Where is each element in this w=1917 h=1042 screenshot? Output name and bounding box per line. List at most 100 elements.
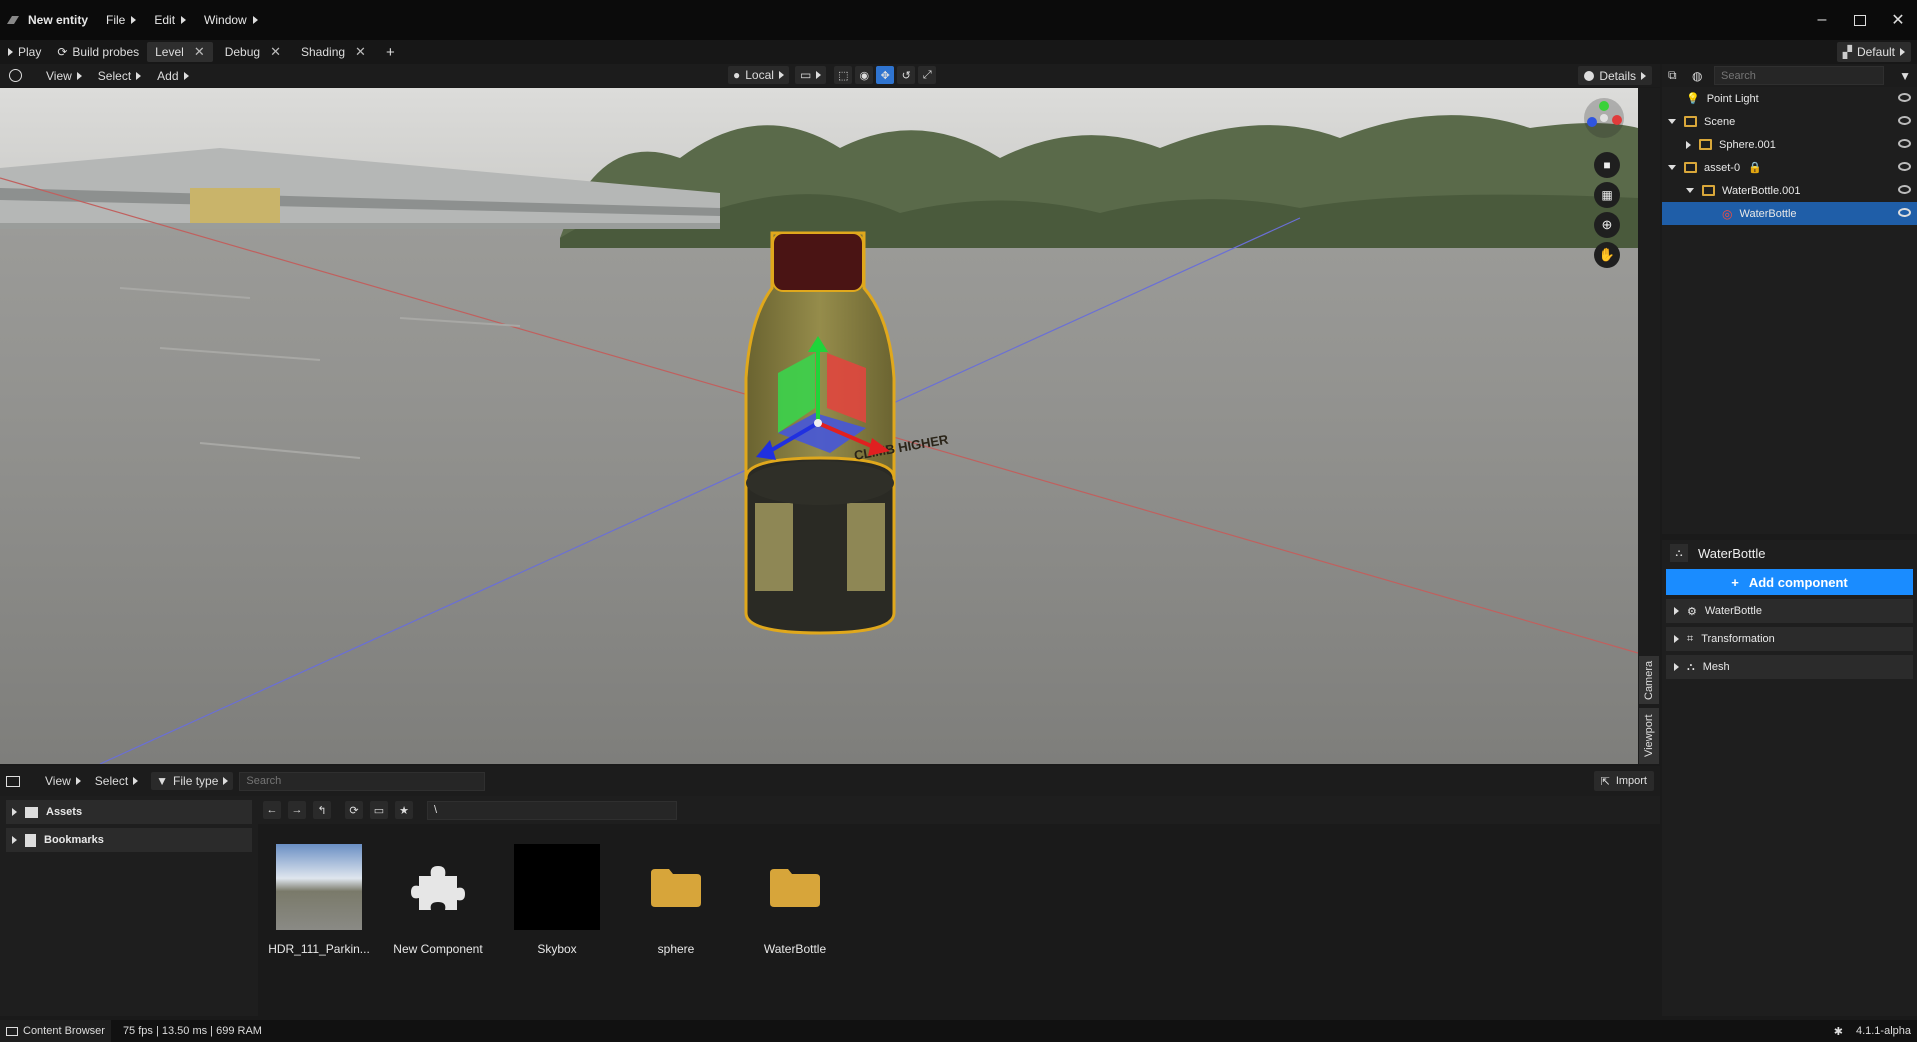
minimize-button[interactable]: –: [1803, 0, 1841, 40]
grid-icon[interactable]: ▦: [1594, 182, 1620, 208]
play-button[interactable]: Play: [0, 40, 49, 64]
viewport-menu-icon[interactable]: [4, 67, 27, 85]
section-mesh[interactable]: ⛬ Mesh: [1666, 655, 1913, 679]
close-icon[interactable]: ✕: [270, 44, 281, 60]
section-waterbottle[interactable]: ⚙ WaterBottle: [1666, 599, 1913, 623]
tab-viewport[interactable]: Viewport: [1639, 708, 1659, 764]
rotate-tool-button[interactable]: ◉: [855, 66, 874, 84]
title-bar: New entity File Edit Window – ✕: [0, 0, 1917, 40]
content-search-input[interactable]: [239, 771, 486, 791]
chevron-right-icon[interactable]: [1686, 140, 1691, 149]
cb-view-menu[interactable]: View: [40, 772, 86, 790]
tree-item-sphere[interactable]: Sphere.001: [1662, 133, 1917, 156]
new-folder-icon[interactable]: ▭: [370, 801, 388, 819]
layout-dropdown[interactable]: ▞ Default: [1836, 42, 1911, 62]
up-folder-icon[interactable]: ↰: [313, 801, 331, 819]
visibility-eye-icon[interactable]: [1898, 185, 1911, 194]
snap-dropdown[interactable]: ▭: [794, 66, 827, 84]
star-icon[interactable]: ★: [395, 801, 413, 819]
tree-item-waterbottle-001[interactable]: WaterBottle.001: [1662, 179, 1917, 202]
app-logo-icon: [7, 16, 19, 24]
menu-edit[interactable]: Edit: [145, 0, 195, 40]
select-tool-button[interactable]: ⬚: [834, 66, 853, 84]
menu-file[interactable]: File: [97, 0, 145, 40]
chevron-down-icon[interactable]: [1668, 119, 1676, 124]
tree-bookmarks[interactable]: Bookmarks: [6, 828, 252, 852]
section-transformation[interactable]: ⌗ Transformation: [1666, 627, 1913, 651]
folder-icon[interactable]: [6, 775, 20, 787]
menu-window[interactable]: Window: [195, 0, 267, 40]
viewport-side-tabs: Camera Viewport: [1638, 88, 1660, 764]
folder-icon: [633, 844, 719, 930]
scale-tool-button[interactable]: ⤢: [918, 66, 937, 84]
asset-item-skybox[interactable]: Skybox: [502, 844, 612, 956]
tree-item-scene[interactable]: Scene: [1662, 110, 1917, 133]
viewport-select-menu[interactable]: Select: [93, 67, 146, 85]
move-tool-button[interactable]: ✥: [876, 66, 895, 84]
filter-icon[interactable]: ▼: [1899, 69, 1911, 83]
hierarchy-search-input[interactable]: [1714, 66, 1884, 85]
file-type-filter[interactable]: ▼ File type: [151, 772, 234, 790]
camera-icon[interactable]: ■: [1594, 152, 1620, 178]
skybox-thumbnail: [514, 844, 600, 930]
visibility-eye-icon[interactable]: [1898, 162, 1911, 171]
caret-right-icon: [75, 777, 81, 785]
close-icon[interactable]: ✕: [194, 44, 205, 60]
chevron-down-icon[interactable]: [1668, 165, 1676, 170]
zoom-icon[interactable]: ⊕: [1594, 212, 1620, 238]
cb-select-menu[interactable]: Select: [90, 772, 143, 790]
import-button[interactable]: ⇱ Import: [1593, 771, 1654, 791]
add-component-button[interactable]: + Add component: [1666, 569, 1913, 595]
orientation-gizmo[interactable]: [1584, 98, 1624, 138]
visibility-eye-icon[interactable]: [1898, 93, 1911, 102]
add-tab-button[interactable]: +: [378, 40, 403, 64]
chevron-right-icon: [12, 836, 17, 844]
tree-item-asset-0[interactable]: asset-0 🔒: [1662, 156, 1917, 179]
chevron-right-icon: [1674, 663, 1679, 671]
pin-icon: ●: [733, 68, 741, 82]
transform-space-dropdown[interactable]: ● Local: [728, 66, 789, 84]
maximize-button[interactable]: [1841, 0, 1879, 40]
refresh-icon[interactable]: ⟳: [345, 801, 363, 819]
asset-item-hdr[interactable]: HDR_111_Parkin...: [264, 844, 374, 956]
tab-shading[interactable]: Shading ✕: [293, 42, 374, 62]
chevron-down-icon[interactable]: [1686, 188, 1694, 193]
lock-icon[interactable]: 🔒: [1748, 161, 1762, 174]
entity-folder-icon: [1684, 162, 1697, 173]
entity-icon: ⛬: [1670, 544, 1688, 562]
entity-folder-icon: [1699, 139, 1712, 150]
close-icon[interactable]: ✕: [355, 44, 366, 60]
visibility-eye-icon[interactable]: [1898, 116, 1911, 125]
asset-grid: HDR_111_Parkin... New Component Skybox s…: [258, 824, 1660, 1016]
entity-name: WaterBottle: [1698, 545, 1766, 561]
asset-item-new-component[interactable]: New Component: [383, 844, 493, 956]
visibility-eye-icon[interactable]: [1898, 139, 1911, 148]
tree-item-point-light[interactable]: 💡 Point Light: [1662, 87, 1917, 110]
orbit-tool-button[interactable]: ↺: [897, 66, 916, 84]
forward-arrow-icon[interactable]: →: [288, 801, 306, 819]
tab-camera[interactable]: Camera: [1639, 656, 1659, 704]
details-dropdown[interactable]: Details: [1578, 66, 1652, 85]
navigation-bar: ← → ↰ ⟳ ▭ ★: [258, 796, 1660, 824]
scene-viewport[interactable]: CLIMB HIGHER ■ ▦ ⊕ ✋: [0, 88, 1638, 764]
content-browser-tab[interactable]: Content Browser: [0, 1020, 111, 1042]
tree-item-waterbottle[interactable]: ◎ WaterBottle: [1662, 202, 1917, 225]
mesh-icon: ◎: [1722, 206, 1733, 221]
tab-level[interactable]: Level ✕: [147, 42, 213, 62]
visibility-eye-icon[interactable]: [1898, 208, 1911, 217]
asset-item-sphere[interactable]: sphere: [621, 844, 731, 956]
viewport-view-menu[interactable]: View: [41, 67, 87, 85]
viewport-add-menu[interactable]: Add: [152, 67, 193, 85]
build-probes-button[interactable]: ⟳ Build probes: [49, 40, 147, 64]
asset-item-waterbottle[interactable]: WaterBottle: [740, 844, 850, 956]
bug-icon[interactable]: ✱: [1834, 1025, 1843, 1038]
globe-icon[interactable]: ◍: [1692, 69, 1710, 83]
close-window-button[interactable]: ✕: [1879, 0, 1917, 40]
mesh-shapes-icon: ⛬: [1687, 660, 1695, 673]
back-arrow-icon[interactable]: ←: [263, 801, 281, 819]
pan-hand-icon[interactable]: ✋: [1594, 242, 1620, 268]
path-input[interactable]: [427, 800, 677, 820]
hierarchy-icon[interactable]: ⧉: [1668, 68, 1688, 83]
tab-debug[interactable]: Debug ✕: [217, 42, 289, 62]
tree-assets[interactable]: Assets: [6, 800, 252, 824]
